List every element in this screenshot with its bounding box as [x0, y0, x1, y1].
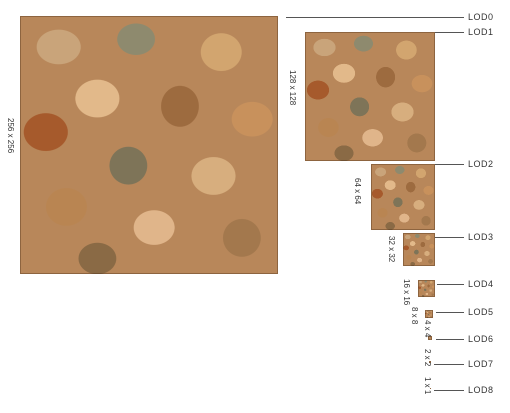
size-label-lod3: 32 x 32	[387, 236, 396, 263]
leader-line-lod3	[435, 237, 464, 238]
size-label-lod1: 128 x 128	[288, 70, 297, 106]
texture-lod2	[371, 164, 435, 230]
lod-label-6: LOD6	[468, 334, 494, 344]
leader-line-lod2	[435, 164, 464, 165]
lod-label-3: LOD3	[468, 232, 494, 242]
size-label-lod6: 4 x 4	[423, 320, 432, 338]
texture-lod1	[305, 32, 435, 161]
leader-line-lod1	[435, 32, 464, 33]
lod-label-5: LOD5	[468, 307, 494, 317]
size-label-lod0: 256 x 256	[6, 118, 15, 154]
lod-label-1: LOD1	[468, 27, 494, 37]
size-label-lod8: 1 x 1	[423, 377, 432, 395]
leader-line-lod0	[286, 17, 464, 18]
size-label-lod2: 64 x 64	[353, 178, 362, 205]
texture-lod3	[403, 233, 435, 266]
texture-lod5	[425, 310, 433, 318]
texture-lod0	[20, 16, 278, 274]
size-label-lod4: 16 x 16	[402, 279, 411, 306]
lod-label-2: LOD2	[468, 159, 494, 169]
lod-label-0: LOD0	[468, 12, 494, 22]
size-label-lod7: 2 x 2	[423, 349, 432, 367]
texture-lod4	[418, 280, 435, 297]
lod-label-8: LOD8	[468, 385, 494, 395]
leader-line-lod7	[434, 364, 464, 365]
size-label-lod5: 8 x 8	[410, 307, 419, 325]
leader-line-lod6	[436, 339, 464, 340]
leader-line-lod8	[434, 390, 464, 391]
lod-label-4: LOD4	[468, 279, 494, 289]
leader-line-lod5	[436, 312, 464, 313]
lod-label-7: LOD7	[468, 359, 494, 369]
leader-line-lod4	[437, 284, 464, 285]
